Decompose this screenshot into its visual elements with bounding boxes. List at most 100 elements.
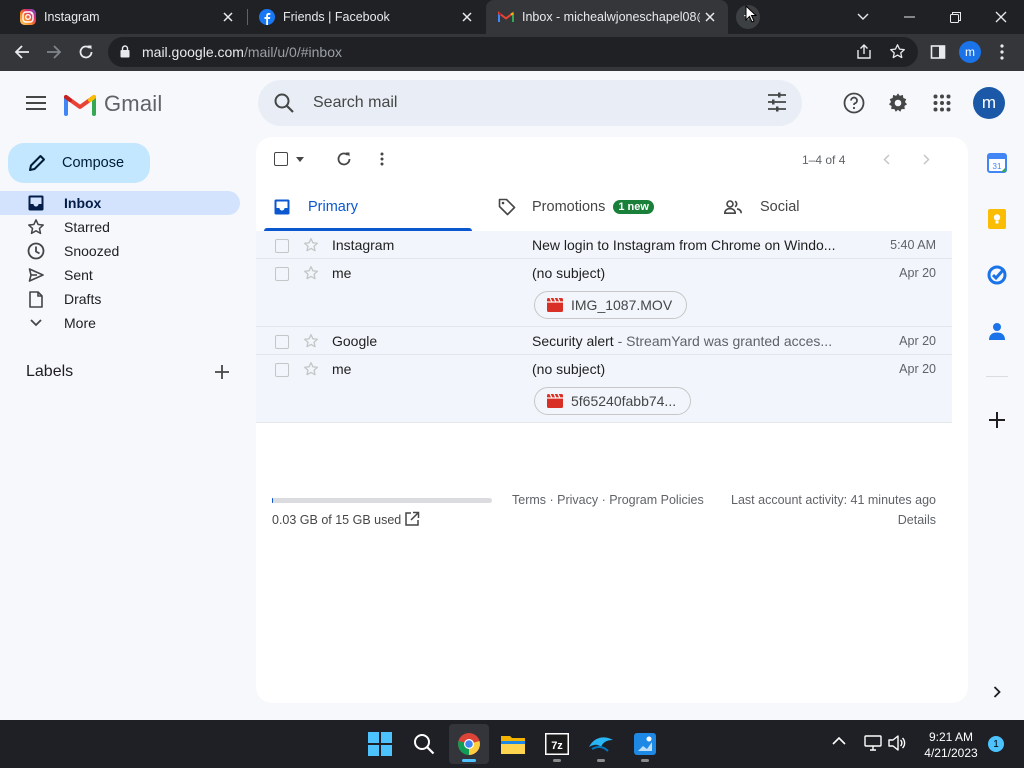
google-apps-button[interactable] [922,83,962,123]
tab-primary[interactable]: Primary [274,183,472,231]
browser-tab-instagram[interactable]: Instagram [0,0,246,34]
close-window-button[interactable] [978,0,1024,34]
show-side-panel-button[interactable] [984,679,1010,705]
show-hidden-icons-button[interactable] [832,736,846,745]
nav-label: Inbox [64,195,102,211]
star-icon[interactable] [303,333,319,349]
account-avatar[interactable]: m [973,87,1005,119]
calendar-app-button[interactable]: 31 [984,150,1010,176]
support-button[interactable] [834,83,874,123]
tab-label: Primary [308,199,358,215]
tab-title: Friends | Facebook [283,10,390,24]
reload-button[interactable] [72,38,100,66]
email-subject: New login to Instagram from Chrome on Wi… [532,237,836,253]
refresh-button[interactable] [332,147,356,171]
minimize-icon [903,16,915,18]
main-menu-button[interactable] [16,83,56,123]
create-label-button[interactable] [210,360,234,384]
attachment-chip[interactable]: 5f65240fabb74... [534,387,692,415]
bookmark-star-icon[interactable] [889,43,906,60]
close-icon[interactable] [218,7,238,27]
browser-menu-button[interactable] [988,38,1016,66]
search-options-icon[interactable] [766,91,788,113]
taskbar-search-button[interactable] [404,724,444,764]
back-button[interactable] [8,38,36,66]
attachment-chip[interactable]: IMG_1087.MOV [534,291,688,319]
details-link[interactable]: Details [898,513,936,527]
keep-app-button[interactable] [984,206,1010,232]
svg-text:31: 31 [993,162,1002,171]
speaker-icon [888,735,906,751]
email-row[interactable]: Google Security alert - StreamYard was g… [256,327,952,355]
7zip-taskbar-app[interactable]: 7z [537,724,577,764]
row-checkbox[interactable] [275,363,289,377]
caret-down-icon[interactable] [296,156,304,162]
row-checkbox[interactable] [275,335,289,349]
chrome-taskbar-app[interactable] [449,724,489,764]
open-in-new-icon[interactable] [404,511,420,527]
nav-item-inbox[interactable]: Inbox [0,191,240,215]
email-sender: me [332,361,352,377]
more-actions-button[interactable] [374,147,390,171]
star-icon[interactable] [303,361,319,377]
email-row[interactable]: me (no subject) Apr 20 IMG_1087.MOV [256,259,952,327]
address-bar[interactable]: mail.google.com/mail/u/0/#inbox [108,37,918,67]
restore-button[interactable] [932,0,978,34]
footer-links[interactable]: Terms · Privacy · Program Policies [512,493,704,507]
mouse-cursor-icon [745,5,757,23]
file-explorer-taskbar-app[interactable] [493,724,533,764]
nav-item-sent[interactable]: Sent [0,263,240,287]
nav-item-snoozed[interactable]: Snoozed [0,239,240,263]
row-checkbox[interactable] [275,239,289,253]
video-file-icon [547,298,563,312]
compose-button[interactable]: Compose [8,143,150,183]
share-icon[interactable] [856,44,872,60]
taskbar-clock[interactable]: 9:21 AM 4/21/2023 [918,729,984,761]
tab-label: Promotions [532,199,606,215]
profile-button[interactable]: m [956,38,984,66]
get-addons-button[interactable] [984,407,1010,433]
dolphin-taskbar-app[interactable] [581,724,621,764]
gmail-logo[interactable]: Gmail [64,91,162,117]
side-panel-button[interactable] [924,38,952,66]
browser-tab-gmail[interactable]: Inbox - michealwjoneschapel08@ [486,0,728,34]
arrow-left-icon [14,44,30,60]
paint-taskbar-app[interactable] [625,724,665,764]
pagination-count: 1–4 of 4 [802,153,846,167]
select-all-checkbox[interactable] [274,147,304,171]
nav-label: More [64,315,96,331]
minimize-button[interactable] [886,0,932,34]
send-icon [26,265,46,285]
forward-button[interactable] [40,38,68,66]
volume-button[interactable] [888,735,906,751]
row-checkbox[interactable] [275,267,289,281]
star-icon[interactable] [303,237,319,253]
nav-item-drafts[interactable]: Drafts [0,287,240,311]
side-panel-divider [986,376,1008,377]
close-icon[interactable] [457,7,477,27]
network-status-button[interactable] [864,735,882,751]
search-bar[interactable] [258,80,802,126]
newer-button[interactable] [874,147,898,171]
clock-time: 9:21 AM [928,730,974,744]
email-subject: Security alert - StreamYard was granted … [532,333,833,349]
close-icon[interactable] [700,7,720,27]
search-icon[interactable] [272,91,296,115]
older-button[interactable] [914,147,938,171]
settings-button[interactable] [878,83,918,123]
nav-item-starred[interactable]: Starred [0,215,240,239]
start-button[interactable] [360,724,400,764]
tab-promotions[interactable]: Promotions 1 new [498,183,698,231]
tasks-app-button[interactable] [984,262,1010,288]
notification-badge[interactable]: 1 [988,736,1004,752]
search-input[interactable] [313,90,733,116]
email-row[interactable]: me (no subject) Apr 20 5f65240fabb74... [256,355,952,423]
contacts-app-button[interactable] [984,318,1010,344]
nav-item-more[interactable]: More [0,311,240,335]
browser-tab-facebook[interactable]: Friends | Facebook [239,0,485,34]
tab-social[interactable]: Social [724,183,924,231]
7zip-icon: 7z [545,733,569,755]
star-icon[interactable] [303,265,319,281]
tab-search-button[interactable] [840,0,886,34]
email-row[interactable]: Instagram New login to Instagram from Ch… [256,231,952,259]
